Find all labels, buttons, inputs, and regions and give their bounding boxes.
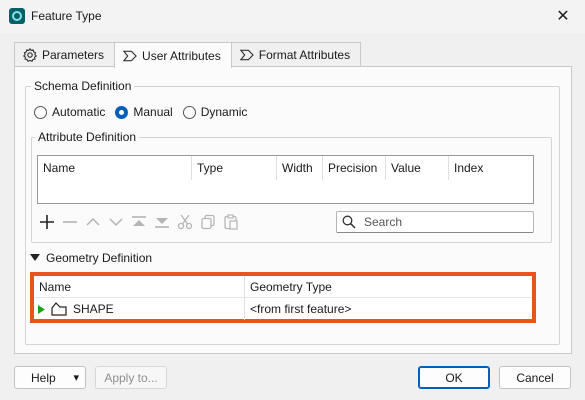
column-geo-name[interactable]: Name bbox=[34, 275, 245, 298]
move-to-bottom-icon[interactable] bbox=[153, 213, 170, 230]
column-name[interactable]: Name bbox=[38, 156, 192, 180]
ok-button[interactable]: OK bbox=[418, 366, 490, 389]
tab-format-attributes-label: Format Attributes bbox=[258, 48, 351, 62]
help-button-label: Help bbox=[31, 370, 56, 385]
schema-mode-radios: Automatic Manual Dynamic bbox=[34, 105, 257, 119]
cut-icon[interactable] bbox=[176, 213, 193, 230]
search-input[interactable] bbox=[362, 214, 522, 230]
move-up-icon[interactable] bbox=[84, 213, 101, 230]
geometry-row-name: SHAPE bbox=[73, 302, 114, 316]
help-dropdown-icon[interactable]: ▾ bbox=[73, 371, 79, 384]
close-button[interactable]: ✕ bbox=[549, 4, 577, 28]
app-icon bbox=[9, 8, 25, 24]
paste-icon[interactable] bbox=[222, 213, 239, 230]
search-icon bbox=[342, 215, 356, 229]
schema-definition-title: Schema Definition bbox=[31, 79, 135, 93]
table-row[interactable]: SHAPE <from first feature> bbox=[34, 298, 532, 320]
radio-automatic[interactable]: Automatic bbox=[34, 105, 105, 119]
radio-manual-dot[interactable] bbox=[115, 105, 129, 119]
remove-icon[interactable] bbox=[61, 213, 78, 230]
tab-bar: Parameters User Attributes Format Attrib… bbox=[14, 42, 362, 68]
radio-automatic-label: Automatic bbox=[52, 105, 106, 119]
radio-automatic-dot[interactable] bbox=[34, 105, 47, 119]
attribute-toolbar bbox=[38, 213, 239, 230]
geometry-row-type[interactable]: <from first feature> bbox=[245, 298, 525, 320]
apply-to-label: Apply to... bbox=[104, 370, 158, 385]
radio-dynamic[interactable]: Dynamic bbox=[182, 105, 248, 119]
radio-dynamic-dot[interactable] bbox=[182, 105, 196, 119]
add-icon[interactable] bbox=[38, 213, 55, 230]
apply-to-button[interactable]: Apply to... bbox=[95, 366, 167, 389]
tab-format-attributes[interactable]: Format Attributes bbox=[230, 42, 362, 67]
geometry-shape-icon bbox=[51, 302, 67, 316]
attribute-definition-group: Attribute Definition Name Type Width Pre… bbox=[31, 130, 552, 243]
column-type[interactable]: Type bbox=[192, 156, 277, 180]
column-width[interactable]: Width bbox=[277, 156, 323, 180]
copy-icon[interactable] bbox=[199, 213, 216, 230]
attribute-definition-title: Attribute Definition bbox=[35, 130, 140, 144]
geometry-definition-header[interactable]: Geometry Definition bbox=[30, 251, 152, 265]
attribute-table[interactable]: Name Type Width Precision Value Index bbox=[37, 155, 534, 204]
title-bar: Feature Type ✕ bbox=[0, 0, 585, 33]
cancel-button[interactable]: Cancel bbox=[499, 366, 571, 389]
move-to-top-icon[interactable] bbox=[130, 213, 147, 230]
column-precision[interactable]: Precision bbox=[323, 156, 386, 180]
help-button[interactable]: Help ▾ bbox=[14, 366, 86, 389]
tab-parameters[interactable]: Parameters bbox=[14, 42, 116, 67]
tab-user-attributes[interactable]: User Attributes bbox=[114, 42, 232, 68]
collapse-triangle-icon[interactable] bbox=[30, 254, 40, 262]
column-geometry-type[interactable]: Geometry Type bbox=[245, 276, 525, 298]
radio-manual[interactable]: Manual bbox=[115, 105, 173, 119]
user-attributes-icon bbox=[123, 49, 137, 63]
cancel-label: Cancel bbox=[516, 370, 554, 385]
attribute-table-header: Name Type Width Precision Value Index bbox=[38, 156, 533, 180]
geometry-table-header: Name Geometry Type bbox=[34, 275, 532, 298]
radio-dynamic-label: Dynamic bbox=[200, 105, 248, 119]
tab-parameters-label: Parameters bbox=[42, 48, 105, 62]
expand-arrow-icon[interactable] bbox=[38, 304, 45, 314]
column-value[interactable]: Value bbox=[386, 156, 449, 180]
geometry-table[interactable]: Name Geometry Type SHAPE <from first fea… bbox=[30, 272, 536, 323]
attribute-search[interactable] bbox=[336, 211, 534, 233]
ok-label: OK bbox=[445, 370, 463, 385]
move-down-icon[interactable] bbox=[107, 213, 124, 230]
radio-manual-label: Manual bbox=[133, 105, 173, 119]
geometry-definition-title: Geometry Definition bbox=[46, 251, 153, 265]
geometry-row-name-cell[interactable]: SHAPE bbox=[34, 298, 245, 320]
gear-icon bbox=[23, 48, 37, 62]
format-attributes-icon bbox=[239, 48, 254, 62]
window-title: Feature Type bbox=[31, 9, 102, 23]
user-attributes-panel: Schema Definition Automatic Manual Dynam… bbox=[14, 66, 572, 354]
schema-definition-group: Schema Definition Automatic Manual Dynam… bbox=[25, 79, 560, 345]
tab-user-attributes-label: User Attributes bbox=[142, 48, 221, 63]
column-index[interactable]: Index bbox=[449, 156, 533, 180]
